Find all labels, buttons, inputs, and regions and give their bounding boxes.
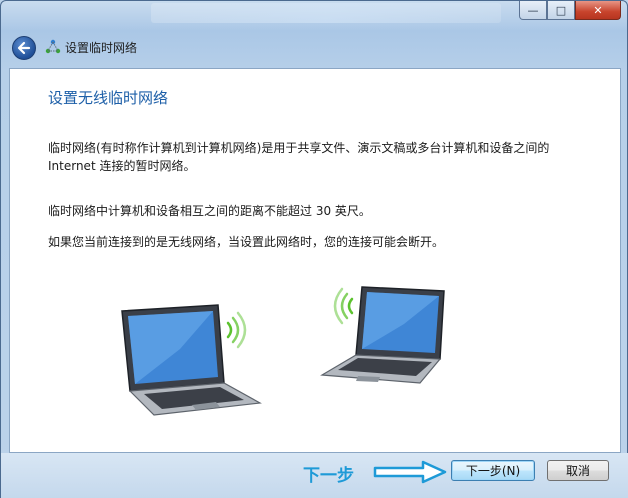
- wizard-window: — □ ✕ 设置临时网络 设置无线临时网络 临时网络(有时称作计算机到计算机网络…: [0, 0, 628, 498]
- wifi-signal-icon: [333, 287, 354, 325]
- distance-note: 临时网络中计算机和设备相互之间的距离不能超过 30 英尺。: [48, 204, 371, 218]
- annotation-label: 下一步: [303, 466, 354, 486]
- wifi-signal-icon: [226, 311, 247, 349]
- cancel-button[interactable]: 取消: [547, 460, 609, 481]
- next-button[interactable]: 下一步(N): [451, 460, 535, 481]
- network-icon: [45, 39, 61, 54]
- arrow-annotation-icon: [373, 460, 447, 484]
- title-bar-background: [151, 3, 501, 23]
- wizard-content: 设置无线临时网络 临时网络(有时称作计算机到计算机网络)是用于共享文件、演示文稿…: [9, 68, 621, 453]
- laptop-icon: [121, 304, 262, 416]
- caption-buttons: — □ ✕: [519, 1, 621, 20]
- maximize-button[interactable]: □: [547, 1, 575, 20]
- back-button[interactable]: [12, 36, 36, 60]
- laptop-icon: [320, 286, 445, 384]
- close-button[interactable]: ✕: [575, 1, 621, 20]
- back-arrow-icon: [17, 41, 31, 55]
- minimize-button[interactable]: —: [519, 1, 547, 20]
- page-heading: 设置无线临时网络: [48, 89, 169, 107]
- window-title: 设置临时网络: [65, 41, 138, 55]
- description-paragraph: 临时网络(有时称作计算机到计算机网络)是用于共享文件、演示文稿或多台计算机和设备…: [48, 141, 550, 173]
- disconnect-warning: 如果您当前连接到的是无线网络，当设置此网络时，您的连接可能会断开。: [48, 235, 445, 249]
